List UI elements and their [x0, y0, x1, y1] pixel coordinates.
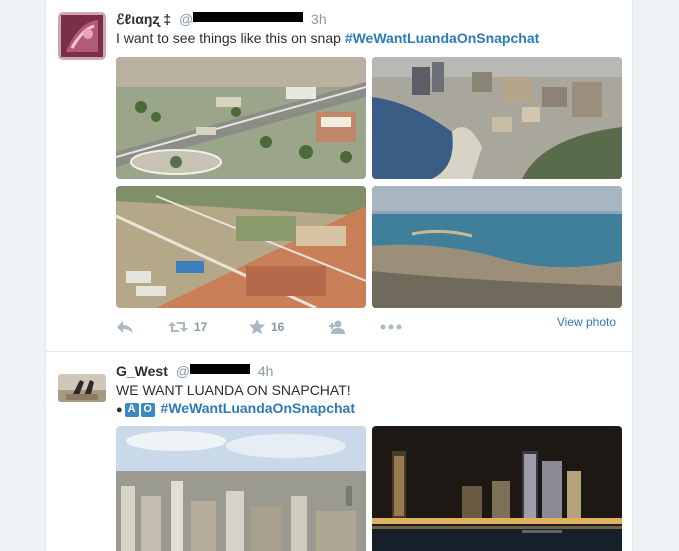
username[interactable]: @: [176, 363, 250, 379]
retweet-button[interactable]: 17: [168, 319, 207, 335]
follow-icon: [328, 320, 348, 334]
avatar[interactable]: [58, 374, 106, 402]
tweet-photo[interactable]: [372, 426, 622, 551]
ghost-emoji-icon: ●: [116, 404, 123, 416]
tweet-text: I want to see things like this on snap #…: [116, 30, 540, 46]
view-photo-link[interactable]: View photo: [557, 315, 616, 329]
reply-button[interactable]: [116, 319, 134, 335]
username[interactable]: @: [179, 11, 304, 27]
tweet-photo[interactable]: [116, 186, 366, 308]
retweet-icon: [168, 320, 188, 334]
avatar[interactable]: [58, 12, 106, 60]
hashtag-link[interactable]: #WeWantLuandaOnSnapchat: [161, 400, 355, 416]
timestamp[interactable]: 4h: [258, 363, 274, 379]
symbol-a-icon: A: [124, 403, 139, 417]
follow-button[interactable]: [328, 319, 348, 335]
tweet-photo[interactable]: [116, 426, 366, 551]
tweet-header: ℰℓιαŋʐ ‡ @ 3h: [116, 10, 327, 28]
redacted-username: [193, 12, 304, 22]
tweet-photo[interactable]: [116, 57, 366, 179]
reply-icon: [116, 320, 134, 334]
tweet-photo[interactable]: [372, 186, 622, 308]
timestamp[interactable]: 3h: [311, 11, 327, 27]
favorite-button[interactable]: 16: [249, 319, 284, 335]
tweet-2[interactable]: G_West @ 4h WE WANT LUANDA ON SNAPCHAT! …: [46, 352, 632, 551]
more-icon: [380, 324, 402, 330]
tweet-1[interactable]: ℰℓιαŋʐ ‡ @ 3h I want to see things like …: [46, 0, 632, 352]
more-button[interactable]: [380, 319, 402, 335]
timeline-card: ℰℓιαŋʐ ‡ @ 3h I want to see things like …: [45, 0, 633, 551]
favorite-count: 16: [271, 320, 285, 334]
tweet-text-line: WE WANT LUANDA ON SNAPCHAT!: [116, 382, 351, 398]
tweet-photo[interactable]: [372, 57, 622, 179]
symbol-o-icon: O: [140, 403, 155, 417]
hashtag-link[interactable]: #WeWantLuandaOnSnapchat: [345, 30, 539, 46]
redacted-username: [189, 364, 250, 374]
display-name[interactable]: G_West: [116, 363, 168, 379]
tweet-text-line: ● A O #WeWantLuandaOnSnapchat: [116, 399, 355, 419]
display-name[interactable]: ℰℓιαŋʐ ‡: [116, 11, 171, 27]
star-icon: [249, 319, 265, 335]
tweet-actions: 17 16 View photo: [116, 315, 626, 338]
tweet-header: G_West @ 4h: [116, 362, 273, 380]
retweet-count: 17: [194, 320, 208, 334]
